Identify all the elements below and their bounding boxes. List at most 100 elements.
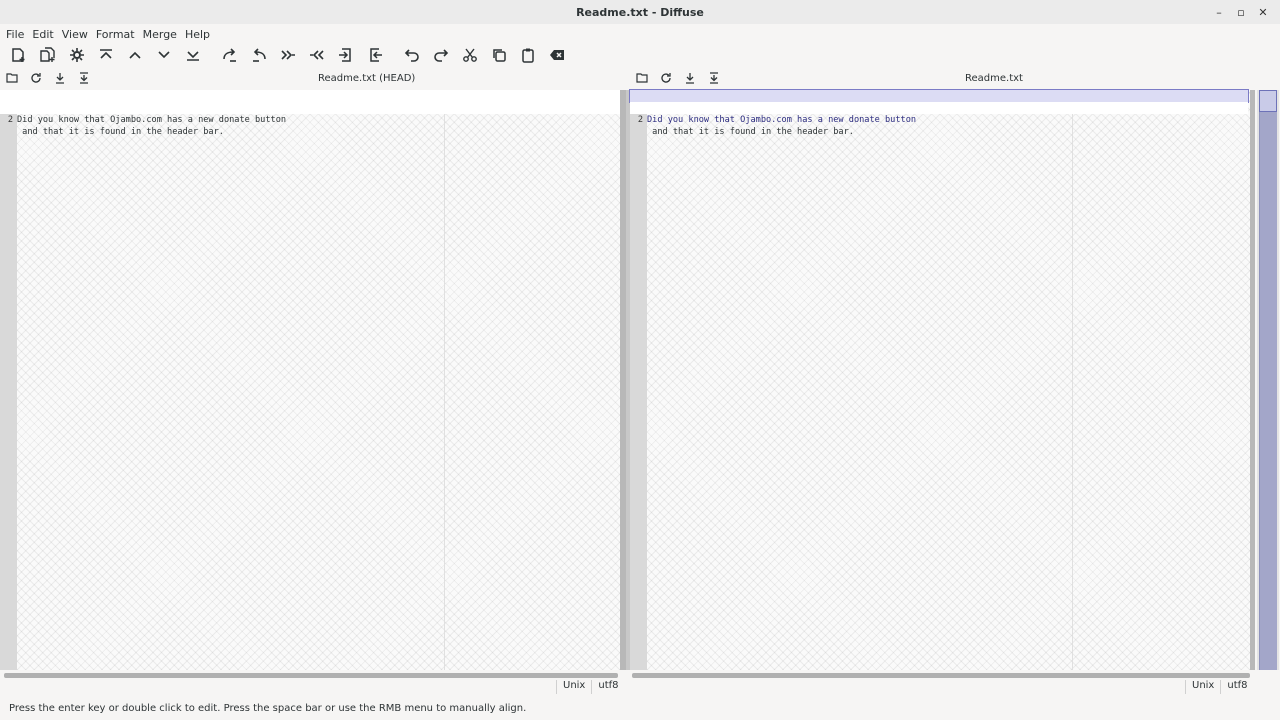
right-vertical-scrollbar[interactable] [1250,90,1255,670]
overview-viewport[interactable] [1259,90,1277,112]
menu-format[interactable]: Format [92,28,139,41]
menu-bar: File Edit View Format Merge Help [0,24,1280,44]
cut-icon [462,48,477,62]
open-file-button-left[interactable] [0,69,24,87]
copy-selection-right-button[interactable] [215,45,244,65]
realign-icon [69,48,84,62]
line-number: 2 [630,114,643,126]
overview-region [1259,90,1277,670]
next-difference-icon [157,51,170,59]
diff-overview-map[interactable] [1257,90,1279,670]
new-2way-button[interactable] [4,45,33,65]
copy-right-icon [280,50,295,60]
window-title: Readme.txt - Diffuse [576,5,704,19]
menu-view[interactable]: View [58,28,92,41]
right-pane-filename: Readme.txt [965,72,1023,84]
new-3way-icon [39,47,55,62]
save-as-icon [80,72,88,84]
text-line[interactable]: 2 and that it is found in the header bar… [630,102,1248,137]
text-line[interactable]: 2 and that it is found in the header bar… [0,102,620,137]
encoding-label: utf8 [1220,680,1253,694]
last-difference-icon [186,51,199,61]
right-pane: Readme.txt 1 Did you know that Ojambo.co… [629,68,1254,688]
line-ending-label: Unix [1185,680,1220,694]
right-horizontal-scrollbar[interactable] [632,673,1250,678]
left-pane-status: Unix utf8 [556,680,625,694]
close-icon[interactable]: ✕ [1252,3,1274,21]
right-margin-line [444,90,445,670]
merge-from-left-button[interactable] [331,45,360,65]
copy-selection-left-icon [252,48,266,62]
left-editor[interactable]: 1 Did you know that Ojambo.com has a new… [0,90,620,670]
open-file-button-right[interactable] [630,69,654,87]
save-icon [686,73,694,84]
left-pane: Readme.txt (HEAD) 1 Did you know that Oj… [0,68,622,688]
save-button-right[interactable] [678,69,702,87]
previous-difference-button[interactable] [120,45,149,65]
text-line[interactable]: 1 Did you know that Ojambo.com has a new… [0,90,620,125]
line-text: Did you know that Ojambo.com has a new d… [17,115,287,125]
line-text: Did you know that Ojambo.com has a new d… [647,115,917,125]
status-bar: Press the enter key or double click to e… [0,698,1280,718]
line-number: 2 [0,114,13,126]
undo-button[interactable] [397,45,426,65]
save-as-button-left[interactable] [72,69,96,87]
selected-text-line[interactable]: 1 Did you know that Ojambo.com has a new… [629,89,1249,125]
reload-button-left[interactable] [24,69,48,87]
merge-from-right-icon [369,48,382,62]
folder-open-icon [636,73,648,83]
line-text: and that it is found in the header bar. [17,127,224,137]
realign-button[interactable] [62,45,91,65]
save-icon [56,73,64,84]
save-button-left[interactable] [48,69,72,87]
left-pane-filename: Readme.txt (HEAD) [318,72,416,84]
clear-button[interactable] [542,45,571,65]
line-number-gutter [630,90,647,670]
previous-difference-icon [128,51,141,59]
reload-icon [31,73,41,83]
menu-help[interactable]: Help [181,28,214,41]
reload-button-right[interactable] [654,69,678,87]
left-horizontal-scrollbar[interactable] [4,673,618,678]
copy-right-button[interactable] [273,45,302,65]
menu-edit[interactable]: Edit [28,28,57,41]
paste-button[interactable] [513,45,542,65]
copy-selection-left-button[interactable] [244,45,273,65]
line-ending-label: Unix [556,680,591,694]
copy-left-icon [309,50,324,60]
title-bar: Readme.txt - Diffuse – ▫ ✕ [0,0,1280,24]
copy-button[interactable] [484,45,513,65]
encoding-label: utf8 [591,680,624,694]
first-difference-icon [99,49,112,59]
menu-file[interactable]: File [2,28,28,41]
reload-icon [661,73,671,83]
first-difference-button[interactable] [91,45,120,65]
toolbar [0,44,1280,66]
merge-from-right-button[interactable] [360,45,389,65]
line-text: and that it is found in the header bar. [647,127,854,137]
folder-open-icon [6,73,18,83]
copy-left-button[interactable] [302,45,331,65]
paste-icon [521,48,534,63]
last-difference-button[interactable] [178,45,207,65]
new-3way-button[interactable] [33,45,62,65]
new-2way-icon [11,48,24,62]
merge-from-left-icon [338,48,351,62]
line-number-gutter [0,90,17,670]
right-margin-line [1072,90,1073,670]
right-pane-status: Unix utf8 [1185,680,1254,694]
redo-button[interactable] [426,45,455,65]
minimize-icon[interactable]: – [1208,3,1230,21]
redo-icon [433,49,448,62]
right-editor[interactable]: 1 Did you know that Ojambo.com has a new… [629,89,1250,670]
menu-merge[interactable]: Merge [139,28,181,41]
undo-icon [404,49,419,62]
status-message: Press the enter key or double click to e… [9,702,527,714]
save-as-button-right[interactable] [702,69,726,87]
next-difference-button[interactable] [149,45,178,65]
copy-selection-right-icon [222,48,236,62]
clear-icon [549,50,564,60]
save-as-icon [710,72,718,84]
maximize-icon[interactable]: ▫ [1230,3,1252,21]
cut-button[interactable] [455,45,484,65]
